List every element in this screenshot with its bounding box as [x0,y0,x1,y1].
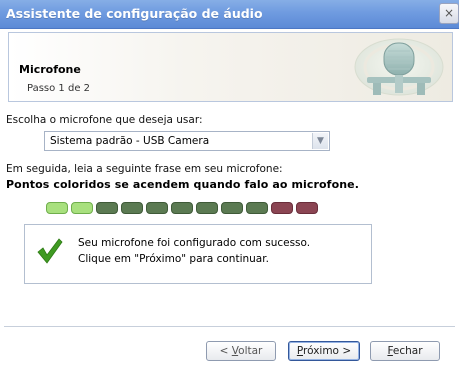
checkmark-icon [37,238,63,264]
divider [4,326,455,327]
back-button-prefix: < [219,345,232,357]
level-dot [196,202,218,214]
step-indicator: Passo 1 de 2 [27,83,91,94]
close-button[interactable]: Fechar [370,341,440,361]
close-button-label: echar [392,345,423,357]
level-dot [296,202,318,214]
title-bar[interactable]: Assistente de configuração de áudio × [0,0,459,29]
window-title: Assistente de configuração de áudio [6,6,263,21]
level-dot [121,202,143,214]
success-message-line1: Seu microfone foi configurado com sucess… [78,237,311,249]
microphone-select[interactable]: Sistema padrão - USB Camera ▼ [44,131,330,151]
level-dot [246,202,268,214]
level-dot [46,202,68,214]
choose-microphone-label: Escolha o microfone que deseja usar: [6,114,203,126]
level-dot [271,202,293,214]
success-message-line2: Clique em "Próximo" para continuar. [78,253,269,265]
back-button-label: oltar [238,345,263,357]
close-window-button[interactable]: × [439,3,459,24]
next-button[interactable]: Próximo > [288,341,360,361]
page-title: Microfone [19,63,81,76]
audio-setup-wizard-window: Assistente de configuração de áudio × Mi… [0,0,459,365]
instruction-text: Em seguida, leia a seguinte frase em seu… [6,163,283,175]
level-dot [71,202,93,214]
chevron-down-icon[interactable]: ▼ [312,133,328,149]
success-message-box: Seu microfone foi configurado com sucess… [24,224,372,284]
microphone-select-value: Sistema padrão - USB Camera [50,135,210,147]
level-dot [146,202,168,214]
close-icon: × [443,6,455,20]
back-button[interactable]: < Voltar [206,341,276,361]
level-dot [221,202,243,214]
level-dot [171,202,193,214]
next-button-label: róximo > [303,345,352,357]
microphone-icon [354,38,444,96]
wizard-header: Microfone Passo 1 de 2 [8,32,453,102]
test-phrase: Pontos coloridos se acendem quando falo … [6,178,359,191]
level-dot [96,202,118,214]
